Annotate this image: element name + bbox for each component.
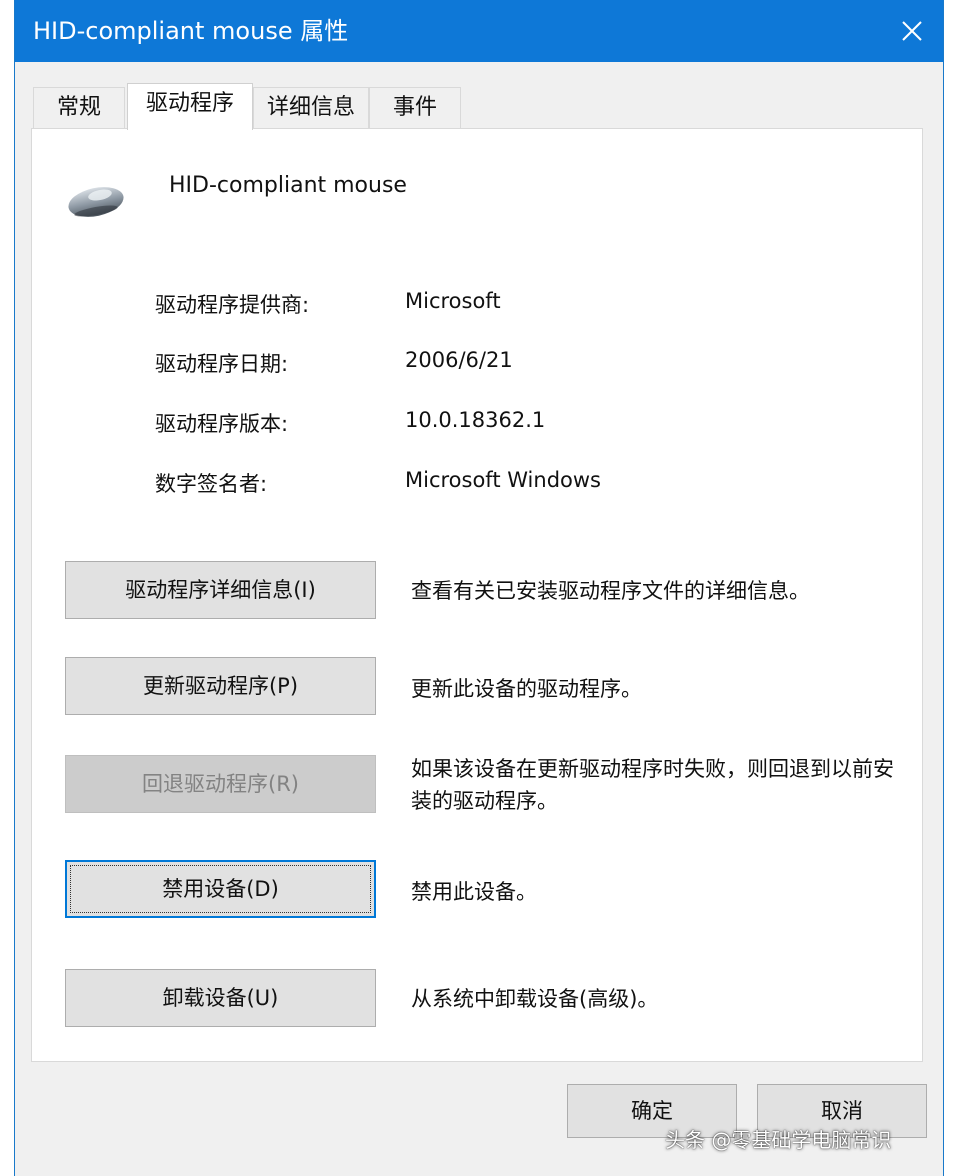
driver-details-description: 查看有关已安装驱动程序文件的详细信息。 — [411, 579, 810, 603]
update-driver-description: 更新此设备的驱动程序。 — [411, 677, 642, 701]
tab-details[interactable]: 详细信息 — [253, 87, 369, 128]
update-driver-button[interactable]: 更新驱动程序(P) — [65, 657, 376, 715]
tab-driver[interactable]: 驱动程序 — [127, 83, 253, 130]
close-button[interactable] — [881, 0, 943, 62]
digital-signer-value: Microsoft Windows — [405, 468, 601, 492]
tab-events[interactable]: 事件 — [369, 87, 461, 128]
driver-provider-label: 驱动程序提供商: — [155, 293, 310, 317]
window-title: HID-compliant mouse 属性 — [33, 17, 349, 45]
disable-device-button[interactable]: 禁用设备(D) — [65, 860, 376, 918]
watermark: 头条 @零基础学电脑常识 — [665, 1128, 892, 1152]
driver-details-button[interactable]: 驱动程序详细信息(I) — [65, 561, 376, 619]
mouse-icon — [68, 187, 124, 217]
driver-version-value: 10.0.18362.1 — [405, 408, 546, 432]
digital-signer-label: 数字签名者: — [155, 472, 268, 496]
roll-back-driver-description: 如果该设备在更新驱动程序时失败，则回退到以前安装的驱动程序。 — [411, 757, 894, 813]
roll-back-driver-button[interactable]: 回退驱动程序(R) — [65, 755, 376, 813]
disable-device-description: 禁用此设备。 — [411, 880, 537, 904]
close-icon — [902, 21, 922, 41]
uninstall-device-description: 从系统中卸载设备(高级)。 — [411, 987, 659, 1011]
driver-tab-panel: HID-compliant mouse 驱动程序提供商: Microsoft 驱… — [31, 128, 923, 1062]
driver-date-label: 驱动程序日期: — [155, 352, 289, 376]
properties-dialog: HID-compliant mouse 属性 常规 驱动程序 详细信息 事件 H… — [14, 0, 944, 1176]
driver-version-label: 驱动程序版本: — [155, 412, 289, 436]
driver-provider-value: Microsoft — [405, 289, 501, 313]
device-name: HID-compliant mouse — [169, 173, 407, 198]
tab-general[interactable]: 常规 — [33, 87, 125, 128]
driver-date-value: 2006/6/21 — [405, 348, 513, 372]
uninstall-device-button[interactable]: 卸载设备(U) — [65, 969, 376, 1027]
title-bar[interactable]: HID-compliant mouse 属性 — [15, 0, 943, 62]
